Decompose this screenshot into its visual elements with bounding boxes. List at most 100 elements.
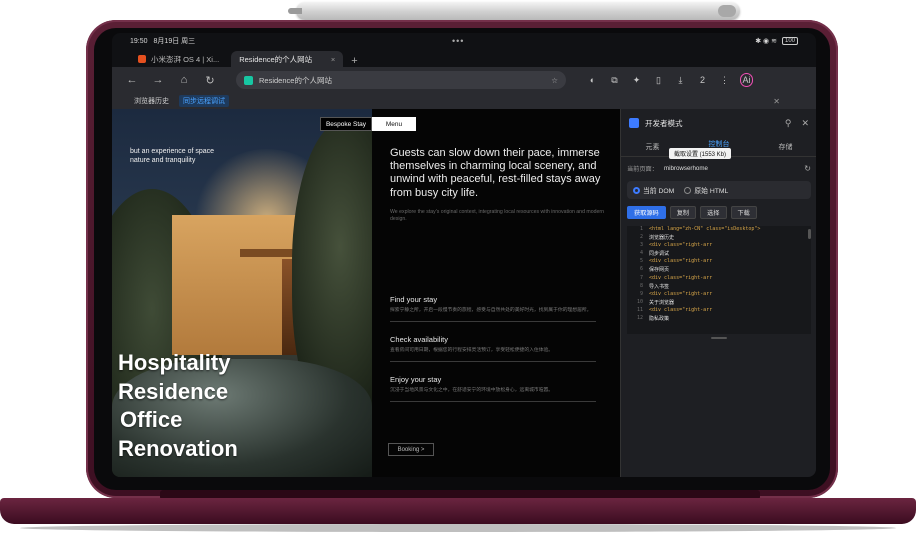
radio-dot-icon	[684, 186, 692, 194]
refresh-icon[interactable]: ↻	[804, 164, 811, 173]
devtools-header: 开发者模式 ⚲ ✕	[621, 109, 816, 137]
radio-original-html[interactable]: 原始 HTML	[684, 185, 728, 195]
select-button[interactable]: 选择	[700, 206, 727, 219]
source-mode-radio: 当前 DOM 原始 HTML	[627, 181, 811, 199]
code-text: 浏览器历史	[649, 235, 675, 242]
line-number: 2	[639, 234, 643, 241]
more-menu-icon[interactable]: ⋮	[718, 75, 731, 86]
code-line[interactable]: 12 隐私政策	[627, 315, 811, 323]
code-text: 同步调试	[649, 251, 670, 258]
home-icon[interactable]: ⌂	[176, 74, 192, 86]
hero-caption-line-1: but an experience of space	[130, 148, 215, 155]
feature-check-availability[interactable]: Check availability 查看房间可用日期，根据您的行程安排灵活预订…	[390, 335, 596, 363]
device-scene: 19:50 8月19日 周三 ••• ✱ ◉ ≋ 100 小米澎湃 OS 4 |…	[0, 0, 916, 537]
forward-icon[interactable]: →	[150, 74, 166, 86]
stylus-cap	[718, 5, 736, 17]
close-icon[interactable]: ✕	[801, 118, 809, 129]
tab-label: 小米澎湃 OS 4 | Xi...	[151, 54, 220, 64]
back-icon[interactable]: ←	[124, 74, 140, 86]
bookmark-remote-debug[interactable]: 同步远程调试	[179, 95, 229, 107]
radio-dot-icon	[633, 186, 640, 194]
close-bookmarks-icon[interactable]: ✕	[773, 97, 780, 106]
feature-desc: 沉浸于当地风景与文化之中，在舒适安宁的环境中放松身心，远离城市喧嚣。	[390, 388, 554, 393]
page-headline: Guests can slow down their pace, immerse…	[390, 147, 601, 199]
line-number: 9	[639, 290, 643, 297]
extension-icon[interactable]: ◐	[586, 75, 599, 85]
line-number: 4	[639, 250, 643, 257]
address-text[interactable]: Residence的个人网站	[259, 75, 332, 86]
web-page: but an experience of space nature and tr…	[112, 109, 620, 477]
close-tab-icon[interactable]: ×	[331, 55, 335, 64]
hero-words: Hospitality Residence Office Renovation	[118, 349, 238, 463]
code-line[interactable]: 10 关于浏览器	[627, 299, 811, 307]
code-line[interactable]: 9 <div class="right-arr	[627, 291, 811, 299]
bookmark-star-icon[interactable]: ☆	[551, 76, 558, 85]
hero-caption: but an experience of space nature and tr…	[130, 147, 214, 165]
xiaomi-favicon-icon	[138, 55, 146, 63]
devtools-actions: 获取源码 复制 选择 下载	[627, 206, 757, 219]
code-line[interactable]: 5 <div class="right-arr	[627, 258, 811, 266]
feature-title: Enjoy your stay	[390, 375, 442, 384]
page-nav: Bespoke Stay Menu	[320, 117, 416, 131]
code-line[interactable]: 7 <div class="right-arr	[627, 275, 811, 283]
tab-elements[interactable]: 元素	[646, 142, 660, 152]
tooltip: 截取设置 (1553 Kb)	[669, 148, 732, 159]
tab-residence[interactable]: Residence的个人网站 ×	[231, 51, 344, 67]
download-button[interactable]: 下载	[730, 206, 757, 219]
content-column: Guests can slow down their pace, immerse…	[372, 109, 620, 477]
hero-caption-line-2: nature and tranquility	[130, 157, 196, 164]
code-text: 关于浏览器	[649, 299, 675, 306]
code-line[interactable]: 6 保存网页	[627, 266, 811, 274]
source-code-view[interactable]: 1 <html lang="zh-CN" class="isDesktop"> 2 …	[627, 226, 811, 334]
page-subcopy: We explore the stay's original context, …	[390, 209, 604, 222]
pin-icon[interactable]: ⚲	[785, 118, 792, 129]
tab-storage[interactable]: 存储	[779, 142, 793, 152]
bespoke-stay-button[interactable]: Bespoke Stay	[320, 117, 372, 131]
multitask-dots[interactable]: •••	[452, 36, 464, 46]
bookmark-history[interactable]: 浏览器历史	[134, 96, 169, 106]
reload-icon[interactable]: ↻	[202, 74, 218, 87]
divider	[390, 401, 596, 403]
code-line[interactable]: 11 <div class="right-arr	[627, 307, 811, 315]
copy-button[interactable]: 复制	[669, 206, 697, 219]
code-line[interactable]: 2 浏览器历史	[627, 234, 811, 242]
address-bar[interactable]: Residence的个人网站 ☆	[236, 71, 566, 89]
devtools-url-row: 当前页面： mibrowserhome ↻	[627, 161, 811, 175]
booking-button[interactable]: Booking >	[388, 443, 434, 456]
code-line[interactable]: 4 同步调试	[627, 250, 811, 258]
resize-handle[interactable]	[711, 337, 727, 339]
devtools-icon[interactable]: ⧉	[608, 75, 621, 86]
radio-current-dom[interactable]: 当前 DOM	[633, 185, 674, 195]
feature-enjoy-stay[interactable]: Enjoy your stay 沉浸于当地风景与文化之中，在舒适安宁的环境中放松…	[390, 375, 596, 403]
code-line[interactable]: 8 导入书签	[627, 283, 811, 291]
code-text: <div class="right-arr	[649, 290, 713, 297]
tab-count-icon[interactable]: 2	[696, 75, 709, 85]
code-text: <div class="right-arr	[649, 274, 713, 281]
tablet-screen: 19:50 8月19日 周三 ••• ✱ ◉ ≋ 100 小米澎湃 OS 4 |…	[112, 33, 816, 477]
status-time: 19:50	[130, 37, 148, 45]
devtools-logo-icon	[629, 118, 639, 128]
bookmarks-icon[interactable]: ▯	[652, 75, 665, 86]
line-number: 3	[639, 242, 643, 249]
download-icon[interactable]: ⤓	[674, 75, 687, 86]
feature-title: Check availability	[390, 335, 448, 344]
scrollbar-thumb[interactable]	[808, 229, 811, 239]
tab-label: Residence的个人网站	[239, 54, 313, 64]
hero-word: Hospitality	[118, 350, 231, 375]
puzzle-icon[interactable]: ✦	[630, 75, 643, 86]
divider	[390, 321, 596, 323]
code-line[interactable]: 3 <div class="right-arr	[627, 242, 811, 250]
stylus	[288, 2, 740, 20]
code-text: <div class="right-arr	[649, 258, 713, 265]
feature-find-stay[interactable]: Find your stay 探索宁静之所，开启一段慢节奏的旅程，感受与自然共处…	[390, 295, 596, 323]
line-number: 8	[639, 282, 643, 289]
ai-button[interactable]: Ai	[740, 73, 753, 87]
base-shadow	[20, 524, 896, 532]
tab-xiaomi[interactable]: 小米澎湃 OS 4 | Xi...	[130, 51, 227, 67]
menu-button[interactable]: Menu	[372, 117, 416, 131]
code-text: <div class="right-arr	[649, 306, 713, 313]
new-tab-icon[interactable]: +	[351, 55, 357, 67]
get-source-button[interactable]: 获取源码	[627, 206, 666, 219]
code-line[interactable]: 1 <html lang="zh-CN" class="isDesktop">	[627, 226, 811, 234]
line-number: 1	[639, 226, 643, 232]
